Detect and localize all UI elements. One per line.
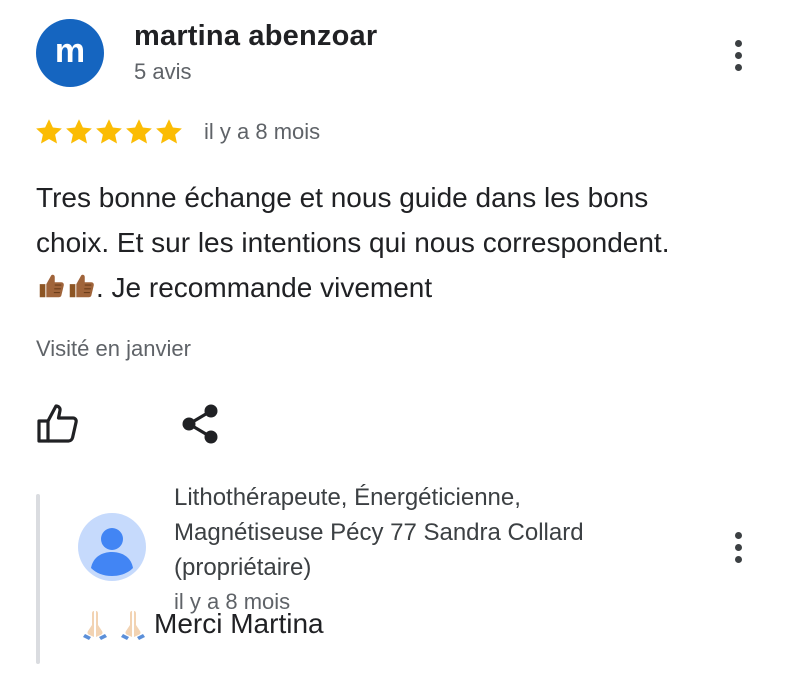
star-rating xyxy=(34,116,184,148)
owner-name-line: Magnétiseuse Pécy 77 Sandra Collard xyxy=(174,519,584,546)
thumbs-up-icon xyxy=(66,271,96,301)
visit-info: Visité en janvier xyxy=(36,336,191,361)
owner-name[interactable]: Lithothérapeute, Énergéticienne, Magnéti… xyxy=(174,480,674,585)
review-text-line: Tres bonne échange et nous guide dans le… xyxy=(36,182,649,213)
reviewer-avatar[interactable]: m xyxy=(36,19,104,87)
star-icon xyxy=(34,117,64,147)
like-icon xyxy=(37,404,78,443)
reply-text-content: Merci Martina xyxy=(154,608,324,639)
praying-hands-icon xyxy=(78,607,112,641)
star-icon xyxy=(94,117,124,147)
reviewer-name[interactable]: martina abenzoar xyxy=(134,20,377,53)
thumbs-up-icon xyxy=(36,271,66,301)
review-text-line-with-emoji: . Je recommande vivement xyxy=(36,265,776,310)
review-date: il y a 8 mois xyxy=(204,119,321,144)
review-text: Tres bonne échange et nous guide dans le… xyxy=(36,175,776,310)
owner-name-line: Lithothérapeute, Énergéticienne, xyxy=(174,484,521,511)
review-count: 5 avis xyxy=(134,59,192,84)
person-icon xyxy=(91,528,133,576)
star-icon xyxy=(154,117,184,147)
review-text-line: choix. Et sur les intentions qui nous co… xyxy=(36,227,670,258)
like-button[interactable] xyxy=(36,402,80,444)
more-vert-icon[interactable] xyxy=(726,33,750,77)
more-vert-icon[interactable] xyxy=(726,525,750,569)
star-icon xyxy=(64,117,94,147)
review-text-line: . Je recommande vivement xyxy=(96,272,433,303)
praying-hands-icon xyxy=(116,607,150,641)
owner-role: (propriétaire) xyxy=(174,554,312,581)
owner-avatar[interactable] xyxy=(78,513,146,581)
reply-divider xyxy=(36,494,40,664)
reply-text: Merci Martina xyxy=(78,607,324,641)
share-icon xyxy=(182,404,218,444)
avatar-letter: m xyxy=(54,32,86,70)
share-button[interactable] xyxy=(180,402,222,446)
star-icon xyxy=(124,117,154,147)
